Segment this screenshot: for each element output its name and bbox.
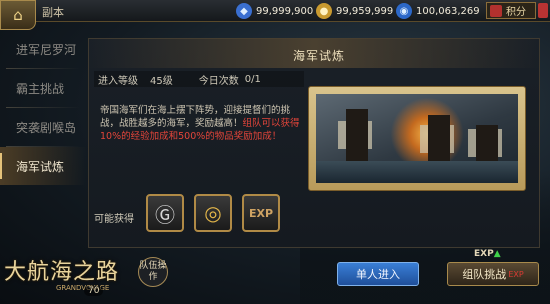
mansion-icon: ⌂	[13, 6, 23, 24]
game-logo: 大航海之路	[4, 260, 120, 285]
entry-info-row: 进入等级 45级 今日次数 0/1	[94, 71, 304, 87]
entry-level-value: 45级	[150, 75, 173, 87]
score-button[interactable]: 积分	[486, 2, 536, 19]
rewards-label: 可能获得	[94, 214, 134, 225]
battle-illustration	[308, 86, 526, 191]
ship-hull	[346, 109, 368, 165]
resource-diamond-value: 99,999,900	[256, 5, 314, 17]
menu-item-label: 突袭剧喉岛	[16, 120, 77, 135]
exp-bonus-label: EXP	[474, 249, 494, 259]
page-title: 副本	[42, 6, 64, 19]
menu-item-raid[interactable]: 突袭剧喉岛	[0, 108, 86, 146]
resource-gold[interactable]: ● 99,959,999	[316, 3, 393, 19]
score-label: 积分	[506, 7, 526, 18]
team-challenge-label: 组队挑战	[462, 268, 507, 281]
coin-icon: ●	[316, 3, 332, 19]
up-arrow-icon: ▲	[493, 249, 501, 259]
drop-icon: ◉	[396, 3, 412, 19]
menu-item-label: 霸主挑战	[16, 81, 65, 96]
today-count-label: 今日次数	[198, 75, 239, 87]
reward-gold-coin[interactable]: ◎	[194, 194, 232, 232]
reward-exp[interactable]: EXP	[242, 194, 280, 232]
more-menu-button[interactable]	[538, 3, 548, 18]
today-count-value: 0/1	[244, 73, 261, 85]
ship-hull	[428, 115, 450, 165]
exp-bonus-tag: EXP▲	[474, 249, 501, 259]
menu-item-label: 海军试炼	[16, 159, 65, 174]
diamond-icon: ◆	[236, 3, 252, 19]
gold-coin-icon: ◎	[204, 201, 222, 225]
panel-title: 海军试炼	[292, 49, 345, 63]
menu-item-navy-trial[interactable]: 海军试炼	[0, 147, 86, 185]
resource-gold-value: 99,959,999	[336, 5, 394, 17]
resource-energy[interactable]: ◉ 100,063,269	[396, 3, 480, 19]
player-level-badge: 70	[84, 286, 104, 296]
naval-battle-art	[316, 94, 518, 183]
team-challenge-button[interactable]: 组队挑战 EXP	[447, 262, 539, 286]
g-coin-icon: Ⓖ	[155, 202, 175, 227]
team-operation-label: 队伍操作	[139, 261, 167, 282]
resource-energy-value: 100,063,269	[416, 5, 480, 17]
ship-hull	[476, 125, 498, 165]
single-enter-label: 单人进入	[356, 268, 400, 281]
sea	[316, 161, 518, 183]
home-button[interactable]: ⌂	[0, 0, 36, 30]
player-level: 70	[88, 286, 100, 296]
menu-item-overlord[interactable]: 霸主挑战	[0, 69, 86, 107]
reward-silver-coin[interactable]: Ⓖ	[146, 194, 184, 232]
entry-level-label: 进入等级	[98, 75, 138, 87]
trial-description: 帝国海军们在海上摆下阵势，迎接提督们的挑战，战胜越多的海军，奖励越高！组队可以获…	[100, 104, 300, 143]
single-enter-button[interactable]: 单人进入	[337, 262, 419, 286]
score-icon	[490, 4, 502, 17]
exp-icon: EXP	[248, 206, 274, 220]
team-operation-button[interactable]: 队伍操作	[138, 257, 168, 287]
resource-diamond[interactable]: ◆ 99,999,900	[236, 3, 313, 19]
team-challenge-exp: EXP	[508, 269, 524, 279]
